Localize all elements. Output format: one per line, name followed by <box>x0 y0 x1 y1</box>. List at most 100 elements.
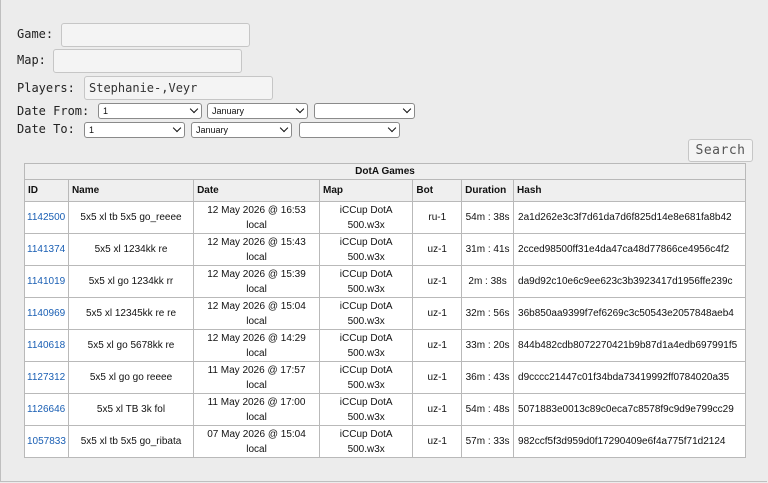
game-name-cell: 5x5 xl TB 3k fol <box>67 393 195 426</box>
game-duration-cell: 32m : 56s <box>461 297 515 330</box>
game-date-tz: local <box>246 347 267 359</box>
game-duration-cell: 36m : 43s <box>461 361 515 394</box>
game-id-cell: 1126646 <box>24 393 69 426</box>
game-hash-cell: 982ccf5f3d959d0f17290409e6f4a775f71d2124 <box>513 425 746 458</box>
game-date-tz: local <box>246 219 267 231</box>
map-input[interactable] <box>53 49 242 73</box>
game-bot-cell: uz-1 <box>412 393 463 426</box>
game-map-file: 500.w3x <box>347 219 385 231</box>
game-date-tz: local <box>246 251 267 263</box>
game-name-cell: 5x5 xl 1234kk re <box>67 233 195 266</box>
game-duration-cell: 54m : 48s <box>461 393 515 426</box>
table-row: 1141019 5x5 xl go 1234kk rr 12 May 2026 … <box>24 265 746 298</box>
game-name-cell: 5x5 xl go 5678kk re <box>67 329 195 362</box>
game-bot-cell: uz-1 <box>412 297 463 330</box>
header-id[interactable]: ID <box>24 179 69 202</box>
game-bot-cell: uz-1 <box>412 265 463 298</box>
game-map-cell: iCCup DotA 500.w3x <box>318 201 414 234</box>
header-map[interactable]: Map <box>318 179 414 202</box>
game-map-cell: iCCup DotA 500.w3x <box>318 297 414 330</box>
game-date-cell: 07 May 2026 @ 15:04 local <box>193 425 320 458</box>
game-name-cell: 5x5 xl go 1234kk rr <box>67 265 195 298</box>
game-date: 12 May 2026 @ 14:29 <box>207 332 306 344</box>
game-map-file: 500.w3x <box>347 315 385 327</box>
game-id-link[interactable]: 1140618 <box>27 340 65 351</box>
chevron-down-icon <box>172 123 182 133</box>
table-row: 1141374 5x5 xl 1234kk re 12 May 2026 @ 1… <box>24 233 746 266</box>
table-row: 1140618 5x5 xl go 5678kk re 12 May 2026 … <box>24 329 746 362</box>
game-name-cell: 5x5 xl go go reeee <box>67 361 195 394</box>
date-to-year-select[interactable] <box>299 122 400 138</box>
game-bot-cell: uz-1 <box>412 425 463 458</box>
header-duration[interactable]: Duration <box>461 179 515 202</box>
game-hash-cell: 2a1d262e3c3f7d61da7d6f825d14e8e681fa8b42 <box>513 201 746 234</box>
game-date-tz: local <box>246 411 267 423</box>
table-header-row: ID Name Date Map Bot Duration Hash <box>24 179 746 202</box>
date-to-day-select[interactable]: 1 <box>84 122 185 138</box>
header-date[interactable]: Date <box>193 179 320 202</box>
game-name-cell: 5x5 xl 12345kk re re <box>67 297 195 330</box>
game-map-cell: iCCup DotA 500.w3x <box>318 425 414 458</box>
game-id-link[interactable]: 1140969 <box>27 308 65 319</box>
date-from-day-value: 1 <box>103 106 109 116</box>
game-date-tz: local <box>246 379 267 391</box>
game-hash-cell: 36b850aa9399f7ef6269c3c50543e2057848aeb4 <box>513 297 746 330</box>
chevron-down-icon <box>387 123 397 133</box>
game-id-link[interactable]: 1126646 <box>27 404 65 415</box>
search-button[interactable]: Search <box>688 139 753 162</box>
game-input[interactable] <box>61 23 250 47</box>
header-name[interactable]: Name <box>67 179 195 202</box>
date-to-day-value: 1 <box>89 125 95 135</box>
players-input[interactable]: Stephanie-,Veyr <box>84 76 273 100</box>
header-hash[interactable]: Hash <box>513 179 746 202</box>
game-date-cell: 11 May 2026 @ 17:57 local <box>193 361 320 394</box>
date-from-year-select[interactable] <box>314 103 415 119</box>
date-from-month-select[interactable]: January <box>207 103 308 119</box>
game-id-cell: 1141019 <box>24 265 69 298</box>
table-row: 1142500 5x5 xl tb 5x5 go_reeee 12 May 20… <box>24 201 746 234</box>
game-map: iCCup DotA <box>339 396 393 408</box>
chevron-down-icon <box>279 123 289 133</box>
date-to-label: Date To: <box>17 122 75 136</box>
table-row: 1127312 5x5 xl go go reeee 11 May 2026 @… <box>24 361 746 394</box>
chevron-down-icon <box>402 104 412 114</box>
game-hash-cell: d9cccc21447c01f34bda73419992ff0784020a35 <box>513 361 746 394</box>
game-map: iCCup DotA <box>339 236 393 248</box>
game-map-file: 500.w3x <box>347 443 385 455</box>
game-map: iCCup DotA <box>339 300 393 312</box>
game-map: iCCup DotA <box>339 428 393 440</box>
date-from-label: Date From: <box>17 104 90 118</box>
chevron-down-icon <box>295 104 305 114</box>
game-hash-cell: 844b482cdb8072270421b9b87d1a4edb697991f5 <box>513 329 746 362</box>
game-date-cell: 12 May 2026 @ 14:29 local <box>193 329 320 362</box>
map-label: Map: <box>17 53 46 67</box>
game-id-link[interactable]: 1127312 <box>27 372 65 383</box>
game-id-link[interactable]: 1057833 <box>27 436 66 447</box>
game-date-cell: 11 May 2026 @ 17:00 local <box>193 393 320 426</box>
game-map: iCCup DotA <box>339 364 393 376</box>
game-id-link[interactable]: 1141374 <box>27 244 65 255</box>
game-date: 11 May 2026 @ 17:00 <box>207 396 306 408</box>
game-map-cell: iCCup DotA 500.w3x <box>318 361 414 394</box>
date-from-month-value: January <box>212 106 245 116</box>
game-id-link[interactable]: 1141019 <box>27 276 65 287</box>
game-name-cell: 5x5 xl tb 5x5 go_reeee <box>67 201 195 234</box>
date-to-month-select[interactable]: January <box>191 122 292 138</box>
game-duration-cell: 31m : 41s <box>461 233 515 266</box>
game-map-cell: iCCup DotA 500.w3x <box>318 393 414 426</box>
game-map-cell: iCCup DotA 500.w3x <box>318 265 414 298</box>
game-map: iCCup DotA <box>339 204 393 216</box>
game-hash-cell: 5071883e0013c89c0eca7c8578f9c9d9e799cc29 <box>513 393 746 426</box>
game-duration-cell: 54m : 38s <box>461 201 515 234</box>
game-bot-cell: uz-1 <box>412 329 463 362</box>
game-map-file: 500.w3x <box>347 251 385 263</box>
game-map: iCCup DotA <box>339 268 393 280</box>
header-bot[interactable]: Bot <box>412 179 463 202</box>
table-caption: DotA Games <box>24 163 746 179</box>
game-duration-cell: 57m : 33s <box>461 425 515 458</box>
date-from-day-select[interactable]: 1 <box>98 103 202 119</box>
game-id-cell: 1141374 <box>24 233 69 266</box>
game-label: Game: <box>17 27 54 41</box>
game-id-link[interactable]: 1142500 <box>27 212 65 223</box>
table-row: 1057833 5x5 xl tb 5x5 go_ribata 07 May 2… <box>24 425 746 458</box>
